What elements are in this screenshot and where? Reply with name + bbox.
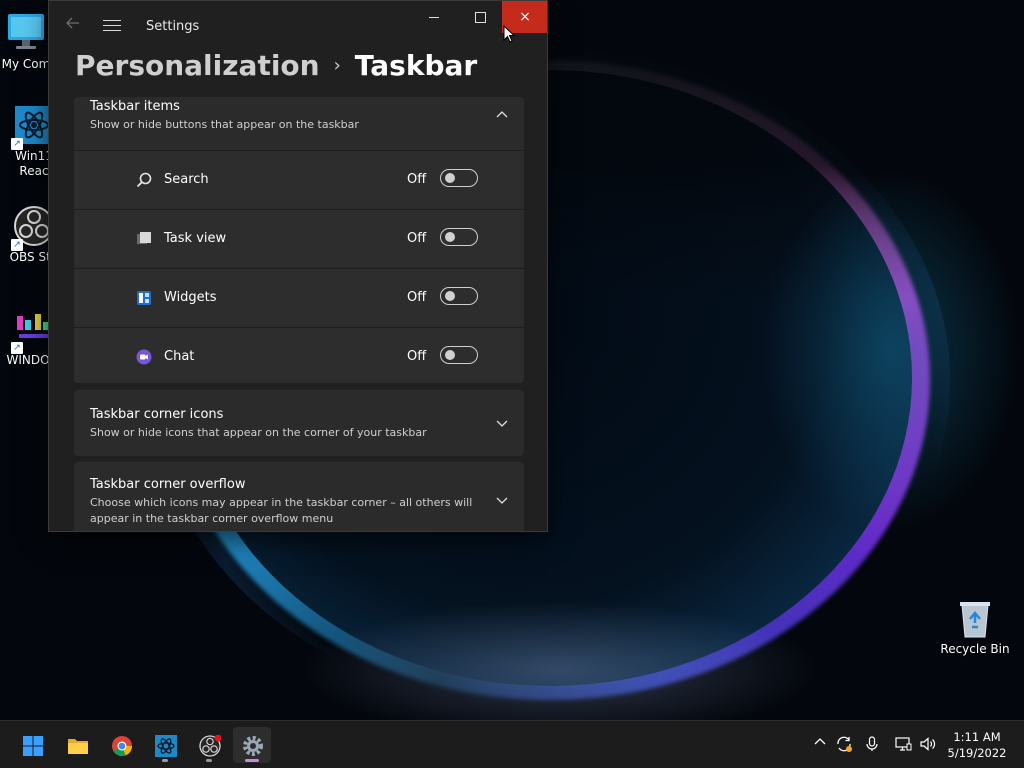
taskbar: 1:11 AM 5/19/2022 [0,720,1024,768]
widgets-icon [136,290,152,306]
shortcut-arrow-icon: ↗ [11,342,23,354]
taskbar-react-app[interactable] [146,727,184,763]
search-icon [136,172,152,188]
network-icon[interactable] [894,735,912,753]
breadcrumb: Personalization › Taskbar [75,47,477,85]
running-indicator [206,759,212,762]
page-title: Taskbar [354,49,478,82]
obs-icon [199,734,222,757]
search-toggle[interactable] [440,169,478,187]
toggle-state: Off [407,290,427,305]
file-explorer-icon [67,735,88,755]
taskbar-corner-icons-section[interactable]: Taskbar corner icons Show or hide icons … [74,390,524,456]
widgets-toggle[interactable] [440,287,478,305]
taskbar-settings[interactable] [233,727,271,763]
item-label: Widgets [164,290,217,305]
section-description: Choose which icons may appear in the tas… [90,496,473,525]
mouse-cursor-icon [503,24,516,43]
minimize-icon [429,16,439,18]
shortcut-arrow-icon: ↗ [11,239,23,251]
taskbar-item-search: Search Off [74,150,524,208]
microphone-icon[interactable] [863,735,881,753]
taskbar-items-header[interactable]: Taskbar items Show or hide buttons that … [74,97,524,149]
recycle-bin-icon [954,597,996,639]
update-icon[interactable] [835,735,853,753]
maximize-icon [474,11,486,23]
settings-icon [242,735,263,756]
chat-icon [136,349,152,365]
toggle-state: Off [407,231,427,246]
start-icon [22,735,43,756]
toggle-knob [445,291,455,301]
desktop-icon-label: Recycle Bin [940,642,1010,656]
task-view-toggle[interactable] [440,228,478,246]
clock[interactable]: 1:11 AM 5/19/2022 [942,729,1012,761]
item-label: Task view [164,231,227,246]
back-arrow-icon[interactable] [63,15,83,35]
shortcut-arrow-icon: ↗ [11,138,23,150]
item-label: Chat [164,349,195,364]
chevron-up-icon[interactable] [496,109,508,121]
taskbar-item-chat: Chat Off [74,327,524,383]
toggle-knob [445,173,455,183]
start-button[interactable] [13,727,51,763]
task-view-icon [136,231,152,247]
chevron-up-icon[interactable] [811,735,829,753]
toggle-knob [445,350,455,360]
toggle-state: Off [407,172,427,187]
item-label: Search [164,172,209,187]
section-title: Taskbar corner icons [90,407,224,422]
desktop: My Com ↗ Win11 Reac ↗ OBS Stu ↗ WINDOW R… [0,0,1024,768]
taskbar-items-section: Taskbar items Show or hide buttons that … [74,97,524,383]
close-icon: × [519,9,531,25]
window-title: Settings [146,19,200,34]
settings-window: Settings × Personalization › Taskbar Taskb… [48,0,548,532]
chevron-down-icon[interactable] [496,494,508,506]
desktop-icon-recycle-bin[interactable]: Recycle Bin [935,597,1015,656]
clock-time: 1:11 AM [953,730,1001,744]
taskbar-corner-overflow-section[interactable]: Taskbar corner overflow Choose which ico… [74,462,524,531]
minimize-button[interactable] [411,1,457,33]
running-indicator [245,759,259,762]
chevron-down-icon[interactable] [496,417,508,429]
taskbar-file-explorer[interactable] [58,727,96,763]
taskbar-item-widgets: Widgets Off [74,268,524,326]
title-bar[interactable]: Settings × [49,1,547,49]
section-description: Show or hide buttons that appear on the … [90,118,359,131]
breadcrumb-parent[interactable]: Personalization [75,49,320,82]
wallpaper-teal-glow [760,170,1020,530]
chevron-right-icon: › [333,55,341,76]
clock-date: 5/19/2022 [947,746,1007,760]
react-app-icon [155,735,177,757]
toggle-state: Off [407,349,427,364]
volume-icon[interactable] [919,735,937,753]
chrome-icon [111,735,133,757]
taskbar-chrome[interactable] [102,727,140,763]
chat-toggle[interactable] [440,346,478,364]
maximize-button[interactable] [457,1,503,33]
section-title: Taskbar items [90,99,180,114]
taskbar-item-task-view: Task view Off [74,209,524,267]
toggle-knob [445,232,455,242]
hamburger-menu-icon[interactable] [103,16,121,34]
wallpaper-bottom-glow [300,600,820,740]
taskbar-obs[interactable] [190,727,228,763]
running-indicator [162,759,168,762]
section-title: Taskbar corner overflow [90,477,246,492]
section-description: Show or hide icons that appear on the co… [90,426,427,439]
computer-icon [5,12,47,54]
